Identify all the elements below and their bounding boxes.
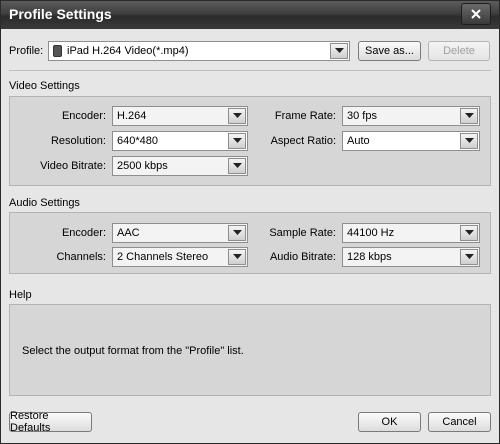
chevron-down-icon (228, 158, 246, 174)
video-bitrate-dropdown[interactable]: 2500 kbps (112, 156, 248, 176)
channels-dropdown[interactable]: 2 Channels Stereo (112, 247, 248, 267)
help-panel: Select the output format from the "Profi… (9, 304, 491, 396)
sample-rate-dropdown[interactable]: 44100 Hz (342, 223, 480, 243)
close-button[interactable] (461, 3, 491, 25)
chevron-down-icon (460, 108, 478, 124)
profile-dropdown[interactable]: iPad H.264 Video(*.mp4) (48, 41, 350, 61)
restore-defaults-button[interactable]: Restore Defaults (9, 410, 92, 434)
aspect-ratio-label: Aspect Ratio: (270, 135, 336, 147)
video-bitrate-value: 2500 kbps (117, 160, 168, 172)
audio-settings-title: Audio Settings (9, 197, 80, 209)
audio-encoder-value: AAC (117, 227, 140, 239)
resolution-label: Resolution: (50, 135, 106, 147)
profile-label: Profile: (9, 45, 44, 57)
chevron-down-icon (228, 225, 246, 241)
aspect-ratio-value: Auto (347, 135, 370, 147)
aspect-ratio-dropdown[interactable]: Auto (342, 131, 480, 151)
profile-settings-window: Profile Settings Profile: iPad H.264 Vid… (0, 0, 500, 444)
delete-button[interactable]: Delete (428, 41, 490, 61)
video-encoder-value: H.264 (117, 110, 147, 122)
video-encoder-label: Encoder: (61, 110, 106, 122)
chevron-down-icon (330, 43, 348, 59)
profile-value: iPad H.264 Video(*.mp4) (67, 45, 189, 57)
video-settings-panel: Encoder: H.264 Resolution: 640*480 Video… (9, 96, 491, 186)
audio-encoder-dropdown[interactable]: AAC (112, 223, 248, 243)
save-as-button[interactable]: Save as... (358, 41, 421, 61)
sample-rate-label: Sample Rate: (269, 227, 336, 239)
resolution-dropdown[interactable]: 640*480 (112, 131, 248, 151)
help-title: Help (9, 289, 32, 301)
frame-rate-dropdown[interactable]: 30 fps (342, 106, 480, 126)
channels-label: Channels: (56, 251, 106, 263)
chevron-down-icon (460, 133, 478, 149)
chevron-down-icon (228, 249, 246, 265)
window-title: Profile Settings (9, 6, 112, 22)
channels-value: 2 Channels Stereo (117, 251, 209, 263)
sample-rate-value: 44100 Hz (347, 227, 395, 239)
video-bitrate-label: Video Bitrate: (40, 160, 106, 172)
audio-settings-panel: Encoder: AAC Channels: 2 Channels Stereo… (9, 212, 491, 274)
frame-rate-value: 30 fps (347, 110, 377, 122)
resolution-value: 640*480 (117, 135, 158, 147)
title-bar: Profile Settings (1, 1, 499, 29)
close-icon (471, 9, 481, 19)
chevron-down-icon (228, 108, 246, 124)
audio-encoder-label: Encoder: (61, 227, 106, 239)
divider (9, 70, 491, 71)
audio-bitrate-label: Audio Bitrate: (269, 251, 336, 263)
ok-button[interactable]: OK (358, 412, 421, 432)
video-encoder-dropdown[interactable]: H.264 (112, 106, 248, 126)
chevron-down-icon (228, 133, 246, 149)
cancel-button[interactable]: Cancel (428, 412, 491, 432)
audio-bitrate-value: 128 kbps (347, 251, 392, 263)
audio-bitrate-dropdown[interactable]: 128 kbps (342, 247, 480, 267)
help-text: Select the output format from the "Profi… (22, 345, 244, 357)
ipad-icon (53, 45, 62, 57)
chevron-down-icon (460, 249, 478, 265)
chevron-down-icon (460, 225, 478, 241)
video-settings-title: Video Settings (9, 80, 80, 92)
frame-rate-label: Frame Rate: (274, 110, 336, 122)
